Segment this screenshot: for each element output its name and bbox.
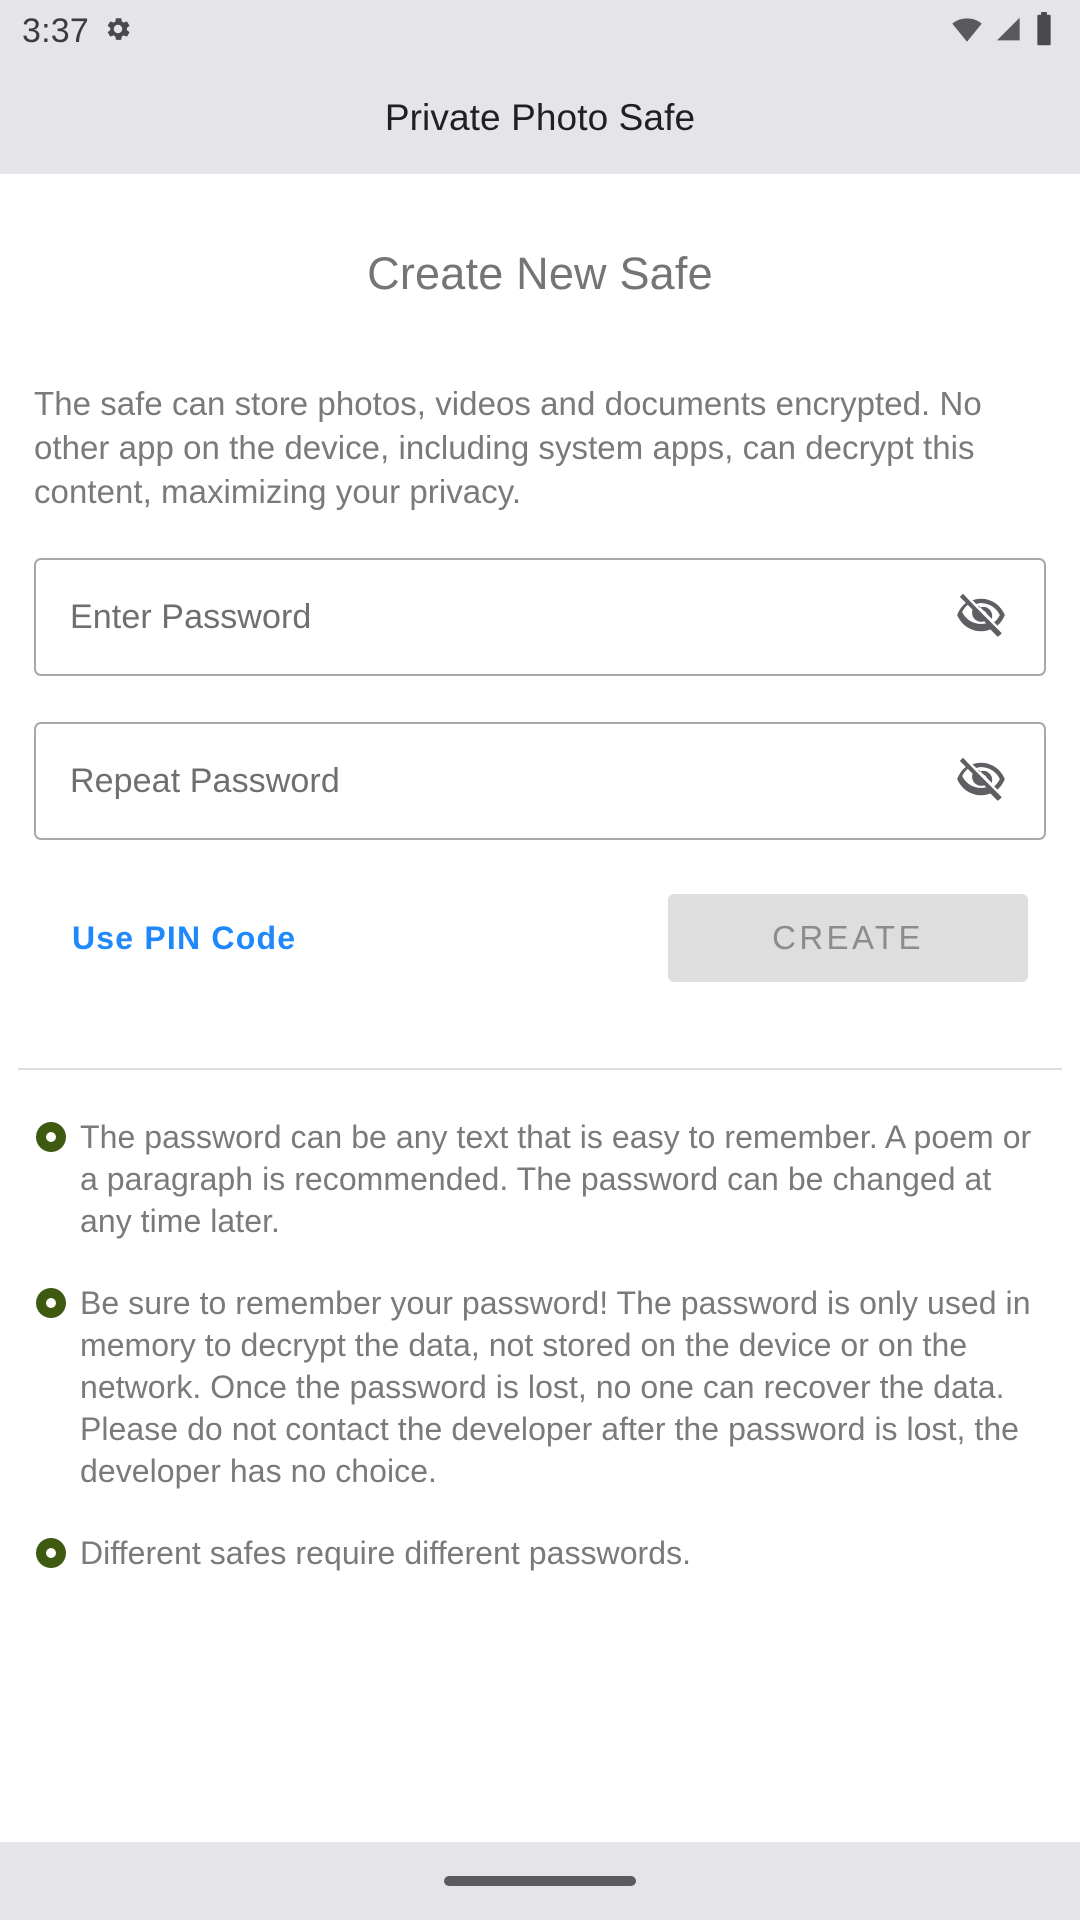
tips-list: The password can be any text that is eas…	[34, 1116, 1046, 1574]
system-navigation-bar	[0, 1842, 1080, 1920]
app-title: Private Photo Safe	[384, 97, 696, 138]
gear-icon	[103, 14, 133, 49]
tip-text: Different safes require different passwo…	[80, 1535, 692, 1571]
app-bar: Private Photo Safe	[0, 62, 1080, 174]
action-row: Use PIN Code CREATE	[34, 894, 1046, 982]
content-area: Create New Safe The safe can store photo…	[0, 174, 1080, 1842]
status-bar-right	[950, 11, 1054, 51]
bullet-icon	[36, 1122, 66, 1152]
create-button[interactable]: CREATE	[668, 894, 1028, 982]
bullet-icon	[36, 1538, 66, 1568]
app-screen: 3:37 Private Photo Safe Create New Safe …	[0, 0, 1080, 1920]
bullet-icon	[36, 1288, 66, 1318]
battery-full-icon	[1034, 11, 1054, 51]
eye-off-icon	[955, 589, 1007, 646]
password-input-placeholder[interactable]: Enter Password	[70, 598, 944, 637]
wifi-icon	[950, 12, 984, 51]
repeat-password-visibility-toggle-button[interactable]	[944, 744, 1018, 818]
repeat-password-field[interactable]: Repeat Password	[34, 722, 1046, 840]
page-title: Create New Safe	[367, 248, 713, 299]
eye-off-icon	[955, 753, 1007, 810]
use-pin-code-link[interactable]: Use PIN Code	[34, 906, 298, 971]
status-clock: 3:37	[22, 12, 89, 50]
tip-item: Different safes require different passwo…	[34, 1532, 1046, 1574]
cellular-signal-icon	[993, 13, 1025, 50]
password-field[interactable]: Enter Password	[34, 558, 1046, 676]
tip-text: Be sure to remember your password! The p…	[80, 1285, 1031, 1489]
status-bar-left: 3:37	[22, 14, 133, 49]
home-indicator[interactable]	[444, 1876, 636, 1886]
tip-item: The password can be any text that is eas…	[34, 1116, 1046, 1242]
section-divider	[18, 1068, 1062, 1070]
tip-item: Be sure to remember your password! The p…	[34, 1282, 1046, 1492]
password-visibility-toggle-button[interactable]	[944, 580, 1018, 654]
intro-description: The safe can store photos, videos and do…	[34, 385, 982, 510]
repeat-password-input-placeholder[interactable]: Repeat Password	[70, 762, 944, 801]
status-bar: 3:37	[0, 0, 1080, 62]
tip-text: The password can be any text that is eas…	[80, 1119, 1032, 1239]
